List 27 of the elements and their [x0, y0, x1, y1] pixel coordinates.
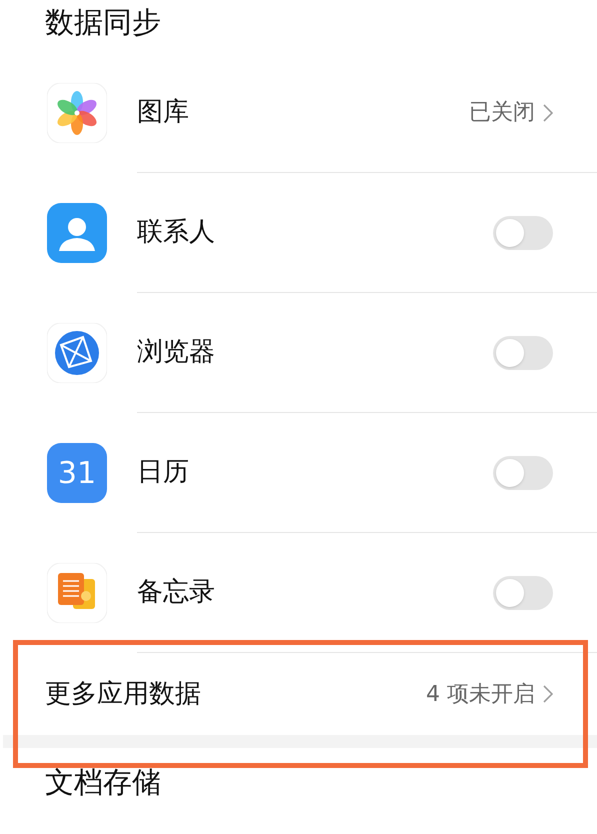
settings-row[interactable]: 图库 已关闭: [0, 53, 597, 173]
settings-row[interactable]: 备忘录: [0, 533, 597, 653]
calendar-icon: 31: [47, 443, 107, 503]
row-label: 更多应用数据: [45, 678, 202, 710]
flower-icon: [47, 83, 107, 143]
row-label: 联系人: [137, 216, 216, 249]
row-value: 已关闭: [469, 99, 535, 127]
row-label: 备忘录: [137, 576, 216, 609]
toggle-switch[interactable]: [493, 576, 553, 610]
row-value: 4 项未开启: [426, 680, 535, 708]
globe-icon: [47, 323, 107, 383]
section-title: 数据同步: [45, 4, 161, 42]
settings-row[interactable]: 联系人: [0, 173, 597, 293]
notes-icon: [47, 563, 107, 623]
row-label: 图库: [137, 96, 190, 129]
settings-row[interactable]: 31 日历: [0, 413, 597, 533]
chevron-right-icon: [543, 104, 553, 122]
settings-row[interactable]: 浏览器: [0, 293, 597, 413]
toggle-switch[interactable]: [493, 336, 553, 370]
row-label: 日历: [137, 456, 190, 489]
person-icon: [47, 203, 107, 263]
toggle-switch[interactable]: [493, 216, 553, 250]
toggle-switch[interactable]: [493, 456, 553, 490]
section-title: 文档存储: [45, 764, 161, 802]
settings-row[interactable]: 更多应用数据 4 项未开启: [0, 653, 597, 735]
chevron-right-icon: [543, 685, 553, 703]
row-label: 浏览器: [137, 336, 216, 369]
